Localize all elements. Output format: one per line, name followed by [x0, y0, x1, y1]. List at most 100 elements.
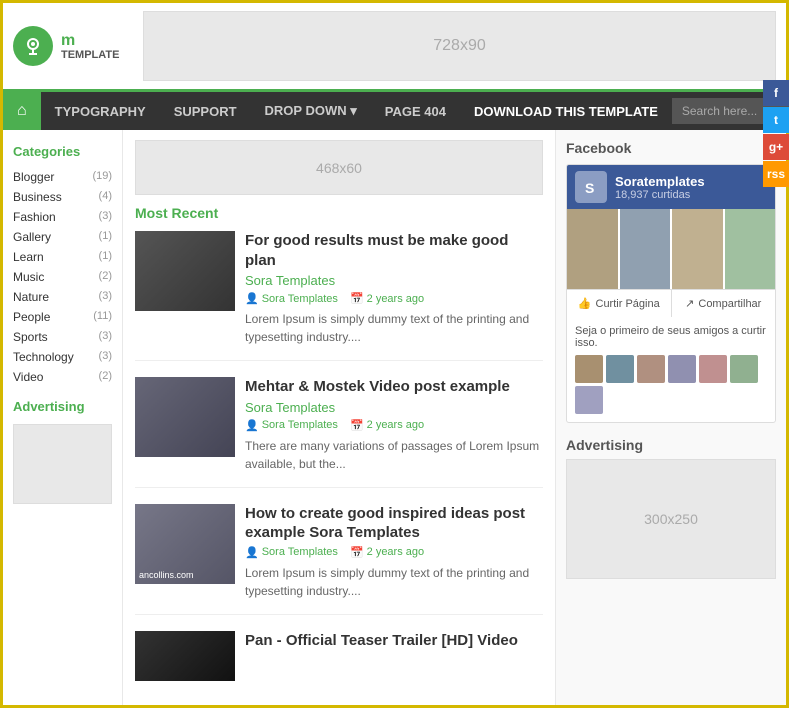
person-icon: 👤 [245, 419, 259, 432]
post-item: Mehtar & Mostek Video post example Sora … [135, 377, 543, 488]
post-date: 📅 2 years ago [350, 292, 424, 305]
sidebar-item-fashion[interactable]: Fashion (3) [13, 207, 112, 227]
right-panel: Facebook S Soratemplates 18,937 curtidas [556, 130, 786, 705]
nav-dropdown[interactable]: DROP DOWN ▾ [251, 93, 371, 129]
content-ad-banner: 468x60 [135, 140, 543, 195]
most-recent-label: Most Recent [135, 205, 543, 221]
avatar [575, 386, 603, 414]
fb-grid-cell [725, 209, 776, 289]
facebook-widget: S Soratemplates 18,937 curtidas 👍 Curtir… [566, 164, 776, 423]
avatar [668, 355, 696, 383]
fb-share-icon: ↗ [685, 297, 694, 310]
post-author: 👤 Sora Templates [245, 419, 338, 432]
rss-social-button[interactable]: rss [763, 161, 789, 187]
post-title[interactable]: For good results must be make good plan [245, 231, 543, 270]
nav-support[interactable]: SUPPORT [160, 94, 251, 129]
post-title[interactable]: How to create good inspired ideas post e… [245, 504, 543, 543]
sidebar-item-blogger[interactable]: Blogger (19) [13, 167, 112, 187]
post-thumbnail [135, 631, 235, 681]
logo: m TEMPLATE [13, 26, 133, 66]
avatar [730, 355, 758, 383]
content-area: 468x60 Most Recent For good results must… [123, 130, 556, 705]
nav-typography[interactable]: TYPOGRAPHY [41, 94, 160, 129]
sidebar-item-people[interactable]: People (11) [13, 307, 112, 327]
advertising-title: Advertising [566, 437, 776, 453]
sidebar-item-gallery[interactable]: Gallery (1) [13, 227, 112, 247]
post-item: Pan - Official Teaser Trailer [HD] Video [135, 631, 543, 695]
categories-title: Categories [13, 144, 112, 159]
post-date: 📅 2 years ago [350, 546, 424, 559]
logo-text: m TEMPLATE [61, 32, 119, 61]
calendar-icon: 📅 [350, 292, 364, 305]
header-ad-banner: 728x90 [143, 11, 776, 81]
fb-grid-cell [672, 209, 723, 289]
facebook-social-button[interactable]: f [763, 80, 789, 106]
svg-text:S: S [585, 180, 594, 196]
person-icon: 👤 [245, 292, 259, 305]
post-subtitle: Sora Templates [245, 400, 543, 415]
post-info: Mehtar & Mostek Video post example Sora … [245, 377, 543, 473]
fb-actions: 👍 Curtir Página ↗ Compartilhar [567, 289, 775, 317]
post-title[interactable]: Mehtar & Mostek Video post example [245, 377, 543, 397]
fb-curtir-button[interactable]: 👍 Curtir Página [567, 290, 672, 317]
right-ad-banner: 300x250 [566, 459, 776, 579]
fb-image-grid [567, 209, 775, 289]
googleplus-social-button[interactable]: g+ [763, 134, 789, 160]
avatar [575, 355, 603, 383]
post-title[interactable]: Pan - Official Teaser Trailer [HD] Video [245, 631, 543, 651]
fb-friends-text: Seja o primeiro de seus amigos a curtir … [575, 325, 767, 349]
sidebar-item-business[interactable]: Business (4) [13, 187, 112, 207]
sidebar-item-sports[interactable]: Sports (3) [13, 327, 112, 347]
sidebar-item-music[interactable]: Music (2) [13, 267, 112, 287]
header: m TEMPLATE 728x90 [3, 3, 786, 92]
post-excerpt: There are many variations of passages of… [245, 437, 543, 473]
post-excerpt: Lorem Ipsum is simply dummy text of the … [245, 564, 543, 600]
sidebar-item-nature[interactable]: Nature (3) [13, 287, 112, 307]
nav-page404[interactable]: PAGE 404 [371, 94, 460, 129]
fb-friends: Seja o primeiro de seus amigos a curtir … [567, 317, 775, 422]
avatar [606, 355, 634, 383]
avatar [699, 355, 727, 383]
sidebar: Categories Blogger (19) Business (4) Fas… [3, 130, 123, 705]
post-meta: 👤 Sora Templates 📅 2 years ago [245, 546, 543, 559]
navigation: ⌂ TYPOGRAPHY SUPPORT DROP DOWN ▾ PAGE 40… [3, 92, 786, 130]
post-info: Pan - Official Teaser Trailer [HD] Video [245, 631, 543, 681]
fb-page-likes: 18,937 curtidas [615, 189, 705, 201]
post-thumbnail: ancollins.com [135, 504, 235, 584]
facebook-section-title: Facebook [566, 140, 776, 156]
fb-grid-cell [620, 209, 671, 289]
post-thumbnail [135, 231, 235, 311]
sidebar-item-technology[interactable]: Technology (3) [13, 347, 112, 367]
sidebar-item-video[interactable]: Video (2) [13, 367, 112, 387]
post-info: For good results must be make good plan … [245, 231, 543, 346]
fb-page-name: Soratemplates [615, 174, 705, 189]
nav-download[interactable]: DOWNLOAD THIS TEMPLATE [460, 94, 672, 129]
logo-icon [13, 26, 53, 66]
post-thumbnail [135, 377, 235, 457]
calendar-icon: 📅 [350, 419, 364, 432]
fb-header: S Soratemplates 18,937 curtidas [567, 165, 775, 209]
twitter-social-button[interactable]: t [763, 107, 789, 133]
person-icon: 👤 [245, 546, 259, 559]
fb-logo-box: S [575, 171, 607, 203]
fb-compartilhar-button[interactable]: ↗ Compartilhar [672, 290, 776, 317]
nav-home-button[interactable]: ⌂ [3, 92, 41, 130]
sidebar-ad [13, 424, 112, 504]
post-meta: 👤 Sora Templates 📅 2 years ago [245, 419, 543, 432]
post-date: 📅 2 years ago [350, 419, 424, 432]
post-author: 👤 Sora Templates [245, 292, 338, 305]
fb-friends-avatars [575, 355, 767, 414]
sidebar-item-learn[interactable]: Learn (1) [13, 247, 112, 267]
post-item: For good results must be make good plan … [135, 231, 543, 361]
calendar-icon: 📅 [350, 546, 364, 559]
fb-grid-cell [567, 209, 618, 289]
post-subtitle: Sora Templates [245, 273, 543, 288]
post-meta: 👤 Sora Templates 📅 2 years ago [245, 292, 543, 305]
fb-like-icon: 👍 [578, 297, 592, 310]
social-icons-bar: f t g+ rss [763, 80, 789, 187]
post-item: ancollins.com How to create good inspire… [135, 504, 543, 615]
post-info: How to create good inspired ideas post e… [245, 504, 543, 600]
sidebar-advertising-title: Advertising [13, 399, 112, 414]
main-layout: Categories Blogger (19) Business (4) Fas… [3, 130, 786, 705]
avatar [637, 355, 665, 383]
